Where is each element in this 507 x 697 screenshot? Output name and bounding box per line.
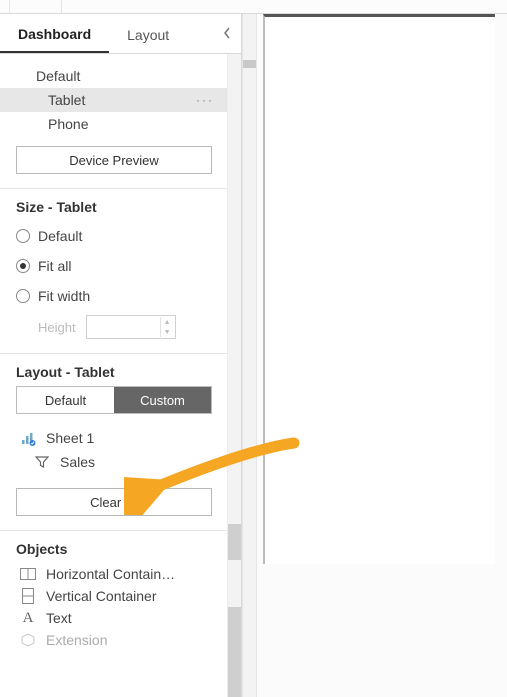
object-label: Extension xyxy=(46,632,107,648)
object-label: Horizontal Contain… xyxy=(46,566,175,582)
panel-scrollbar[interactable] xyxy=(227,54,241,697)
object-extension[interactable]: Extension xyxy=(20,629,212,651)
size-section: Size - Tablet Default Fit all Fit width xyxy=(0,189,228,354)
extension-icon xyxy=(20,632,36,648)
device-item-phone[interactable]: Phone xyxy=(0,112,228,136)
radio-icon xyxy=(16,229,30,243)
device-preview-button[interactable]: Device Preview xyxy=(16,146,212,174)
layout-mode-segmented: Default Custom xyxy=(16,386,212,414)
radio-size-default[interactable]: Default xyxy=(16,221,212,251)
section-title-objects: Objects xyxy=(16,541,212,557)
scroll-thumb[interactable] xyxy=(243,60,257,68)
device-item-default[interactable]: Default xyxy=(0,64,228,88)
radio-size-fit-width[interactable]: Fit width xyxy=(16,281,212,311)
height-input[interactable]: ▲▼ xyxy=(86,315,176,339)
scroll-thumb[interactable] xyxy=(228,607,241,697)
tab-layout[interactable]: Layout xyxy=(109,15,187,53)
radio-label: Default xyxy=(38,228,82,244)
layout-item-sales[interactable]: Sales xyxy=(20,450,212,474)
layout-section: Layout - Tablet Default Custom xyxy=(0,354,228,531)
collapse-panel-button[interactable] xyxy=(213,26,241,42)
dashboard-canvas[interactable] xyxy=(256,14,507,697)
object-vertical-container[interactable]: Vertical Container xyxy=(20,585,212,607)
object-horizontal-container[interactable]: Horizontal Contain… xyxy=(20,563,212,585)
horizontal-container-icon xyxy=(20,566,36,582)
spinner-icon[interactable]: ▲▼ xyxy=(160,317,174,337)
text-icon: A xyxy=(20,610,36,626)
layout-item-sheet1[interactable]: Sheet 1 xyxy=(20,426,212,450)
radio-label: Fit all xyxy=(38,258,71,274)
device-item-label: Tablet xyxy=(48,92,85,108)
device-item-label: Phone xyxy=(48,116,88,132)
object-label: Vertical Container xyxy=(46,588,157,604)
panel-tabs: Dashboard Layout xyxy=(0,14,241,54)
section-title-layout: Layout - Tablet xyxy=(16,364,212,380)
chevron-left-icon xyxy=(223,27,231,39)
top-toolbar xyxy=(0,0,507,14)
divider-scrollbar[interactable] xyxy=(242,14,256,697)
device-section: Default Tablet ··· Phone Device Preview xyxy=(0,54,228,189)
worksheet-icon xyxy=(20,430,36,446)
clear-all-button[interactable]: Clear all xyxy=(16,488,212,516)
radio-label: Fit width xyxy=(38,288,90,304)
radio-icon xyxy=(16,289,30,303)
radio-icon xyxy=(16,259,30,273)
canvas-frame xyxy=(263,14,495,564)
vertical-container-icon xyxy=(20,588,36,604)
filter-icon xyxy=(34,454,50,470)
section-title-size: Size - Tablet xyxy=(16,199,212,215)
objects-section: Objects Horizontal Contain… xyxy=(0,531,228,665)
height-row: Height ▲▼ xyxy=(16,311,212,339)
seg-custom[interactable]: Custom xyxy=(114,387,211,413)
tab-dashboard[interactable]: Dashboard xyxy=(0,14,109,53)
layout-item-label: Sheet 1 xyxy=(46,430,94,446)
object-text[interactable]: A Text xyxy=(20,607,212,629)
device-item-tablet[interactable]: Tablet ··· xyxy=(0,88,228,112)
device-item-label: Default xyxy=(36,68,80,84)
seg-default[interactable]: Default xyxy=(17,387,114,413)
radio-size-fit-all[interactable]: Fit all xyxy=(16,251,212,281)
height-label: Height xyxy=(38,320,76,335)
dashboard-side-panel: Dashboard Layout Default Tablet ··· xyxy=(0,14,242,697)
object-label: Text xyxy=(46,610,72,626)
layout-item-label: Sales xyxy=(60,454,95,470)
scroll-thumb[interactable] xyxy=(228,524,241,560)
more-icon[interactable]: ··· xyxy=(196,93,214,107)
